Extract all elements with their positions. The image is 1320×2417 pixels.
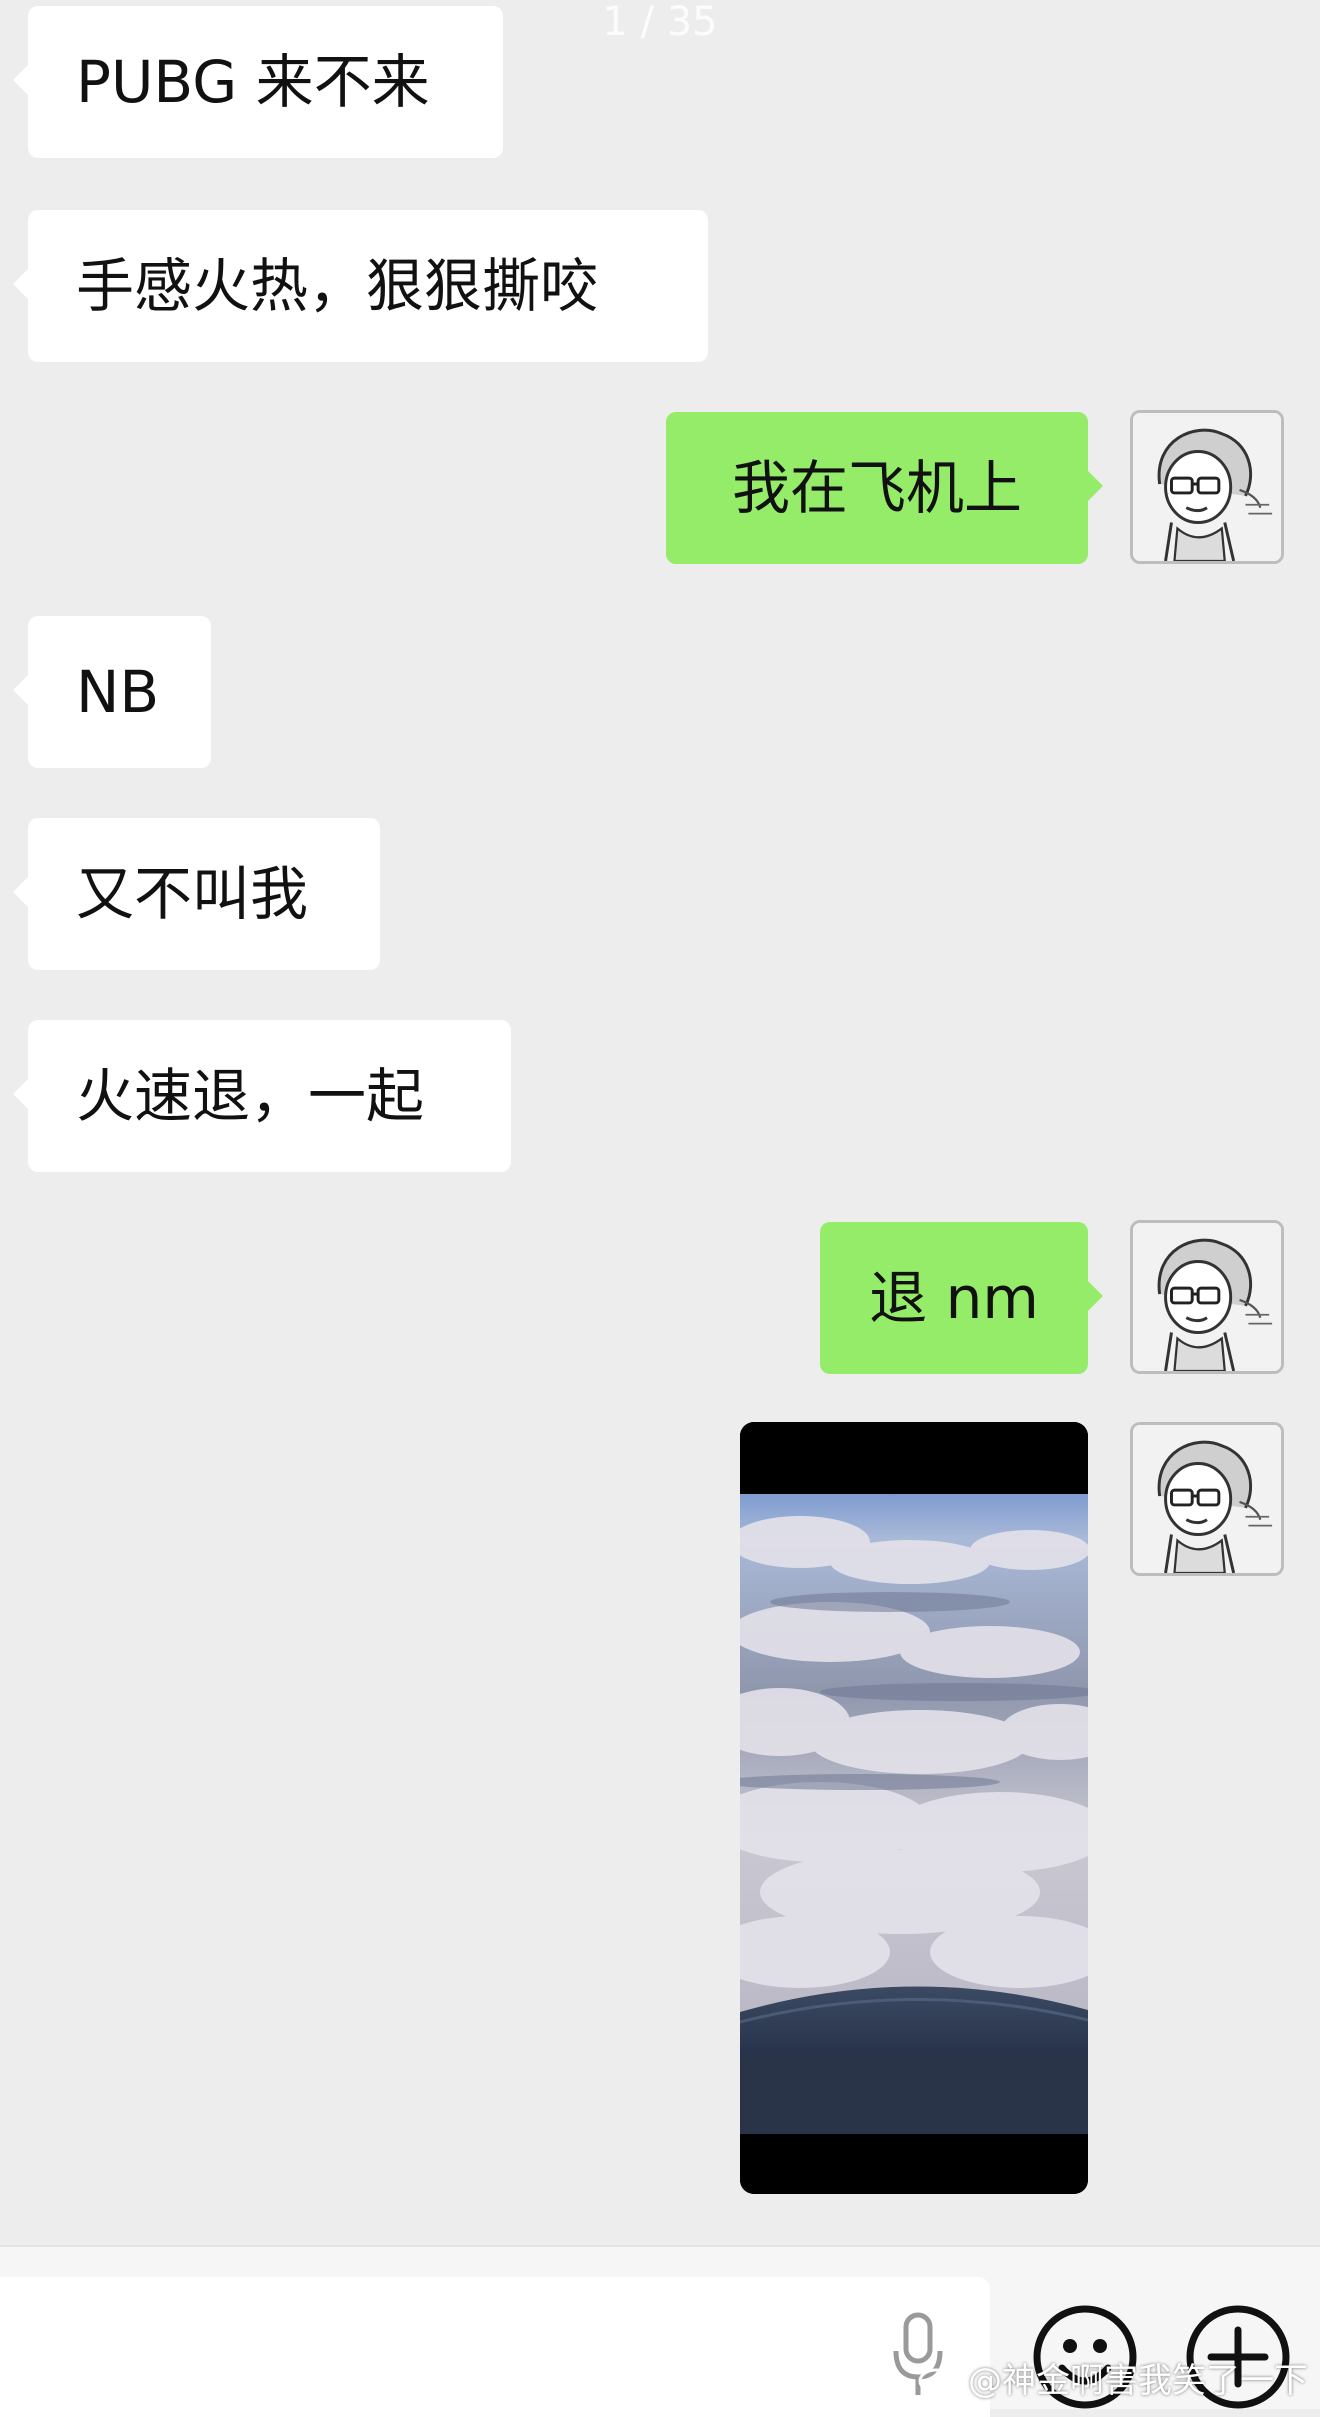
video-message[interactable] [740,1422,1088,2194]
user-avatar[interactable] [1130,1220,1284,1374]
weibo-logo-icon [918,2363,960,2394]
message-bubble-received[interactable]: 又不叫我 [13,818,380,970]
message-bubble-sent[interactable]: 我在飞机上 [666,412,1103,564]
message-bubble-received[interactable]: PUBG 来不来 [13,6,503,158]
message-text: PUBG 来不来 [76,48,430,116]
message-input[interactable] [0,2277,990,2417]
message-bubble-received[interactable]: 手感火热，狠狠撕咬 [13,210,708,362]
message-text: 又不叫我 [76,860,309,928]
avatar-sketch-icon [1133,413,1281,561]
message-bubble-received[interactable]: 火速退，一起 [13,1020,511,1172]
message-text: 火速退，一起 [76,1062,425,1130]
message-text: 手感火热，狠狠撕咬 [76,252,599,320]
avatar-sketch-icon [1133,1223,1281,1371]
message-bubble-received[interactable]: NB [13,616,211,768]
message-bubble-sent[interactable]: 退 nm [820,1222,1103,1374]
message-text: NB [76,658,160,726]
user-avatar[interactable] [1130,410,1284,564]
user-avatar[interactable] [1130,1422,1284,1576]
avatar-sketch-icon [1133,1425,1281,1573]
airplane-window-clouds-thumbnail [740,1422,1088,2194]
message-text: 我在飞机上 [731,454,1022,522]
watermark-text: @神金啊害我笑了一下 [968,2360,1308,2401]
weibo-watermark: @神金啊害我笑了一下 [918,2352,1308,2402]
message-text: 退 nm [869,1264,1039,1332]
